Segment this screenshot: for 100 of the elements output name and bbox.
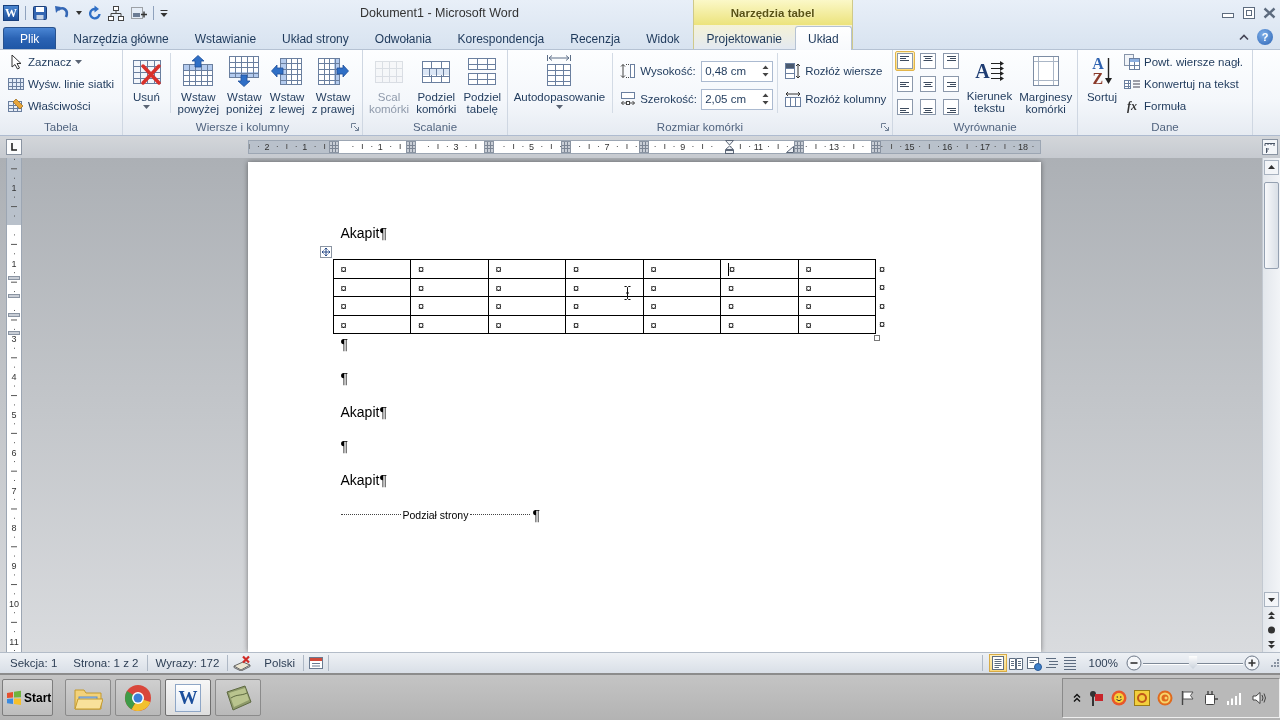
speaker-icon[interactable]: [1251, 689, 1267, 706]
zoom-level[interactable]: 100%: [1078, 657, 1126, 669]
column-marker-icon[interactable]: [793, 141, 804, 153]
dialog-launcher-icon[interactable]: [881, 122, 889, 131]
horizontal-ruler[interactable]: 2 1 1 3 5 7 9 11 13 15 16 17 18: [247, 140, 1041, 154]
ribbon-tab[interactable]: Narzędzia główne: [60, 27, 182, 49]
row-marker-icon[interactable]: [8, 331, 20, 335]
alignment-button[interactable]: [940, 97, 961, 117]
table-cell[interactable]: ¤: [565, 315, 643, 334]
table-cell[interactable]: ¤: [643, 315, 721, 334]
book-cross-icon[interactable]: [232, 655, 253, 671]
ribbon-button[interactable]: Konwertuj na tekst: [1121, 73, 1247, 95]
table-resize-handle[interactable]: [873, 335, 880, 341]
table-cell[interactable]: ¤: [488, 259, 566, 278]
ribbon-button[interactable]: Podziel tabelę: [460, 50, 505, 116]
show-hidden-icons-icon[interactable]: [1073, 692, 1081, 703]
spin-field[interactable]: 0,48 cm: [701, 60, 774, 82]
ribbon-button[interactable]: Wstaw z lewej: [266, 50, 308, 116]
ribbon-button[interactable]: A Z Sortuj: [1083, 50, 1120, 116]
word-count-status[interactable]: Wyrazy: 172: [147, 657, 228, 669]
alignment-button[interactable]: [917, 74, 938, 94]
zoom-slider-thumb[interactable]: [1188, 656, 1198, 669]
column-marker-icon[interactable]: [561, 141, 572, 153]
column-marker-icon[interactable]: [406, 141, 417, 153]
spin-arrows-icon[interactable]: [762, 92, 770, 106]
dialog-launcher-icon[interactable]: [351, 122, 359, 131]
ribbon-button[interactable]: Wstaw powyżej: [174, 50, 223, 116]
close-icon[interactable]: [1263, 6, 1276, 19]
table-cell[interactable]: ¤: [643, 296, 721, 315]
ribbon-tab[interactable]: Korespondencja: [444, 27, 558, 49]
ribbon-button[interactable]: Podziel komórki: [413, 50, 460, 116]
alignment-button[interactable]: [940, 51, 961, 71]
hierarchy-icon[interactable]: [108, 4, 124, 21]
column-marker-icon[interactable]: [328, 141, 339, 153]
table-cell[interactable]: ¤: [565, 296, 643, 315]
ribbon-tab[interactable]: Recenzja: [557, 27, 634, 49]
row-marker-icon[interactable]: [8, 312, 20, 317]
table-cell[interactable]: ¤: [333, 296, 411, 315]
macro-record-icon[interactable]: [308, 655, 325, 671]
page-status[interactable]: Strona: 1 z 2: [65, 657, 147, 669]
table-cell[interactable]: ¤: [565, 278, 643, 297]
table-cell[interactable]: ¤: [798, 278, 876, 297]
table-cell[interactable]: ¤: [720, 296, 798, 315]
view-button[interactable]: [1024, 654, 1043, 672]
column-marker-icon[interactable]: [483, 141, 494, 153]
table-cell[interactable]: ¤: [488, 296, 566, 315]
ribbon-button[interactable]: Wstaw poniżej: [223, 50, 266, 116]
table-cell[interactable]: ¤: [333, 259, 411, 278]
taskbar-button[interactable]: [65, 679, 111, 716]
ribbon-button[interactable]: Rozłóż kolumny: [782, 88, 890, 110]
pin-flag-icon[interactable]: [1088, 689, 1104, 706]
table-cell[interactable]: ¤: [488, 315, 566, 334]
file-tab[interactable]: Plik: [3, 27, 57, 49]
table-cell[interactable]: ¤: [333, 315, 411, 334]
smiley-sun-icon[interactable]: [1111, 689, 1127, 706]
ribbon-button[interactable]: Autodopasowanie: [510, 50, 609, 116]
table-cell[interactable]: ¤: [720, 278, 798, 297]
flag-icon[interactable]: [1180, 689, 1196, 706]
ribbon-button[interactable]: A Kierunek tekstu: [963, 50, 1016, 116]
ribbon-tab[interactable]: Odwołania: [361, 27, 445, 49]
zoom-in-icon[interactable]: [1244, 655, 1260, 671]
table-cell[interactable]: ¤: [643, 259, 721, 278]
table-cell[interactable]: ¤: [488, 278, 566, 297]
language-status[interactable]: Polski: [256, 657, 304, 669]
alignment-button[interactable]: [894, 97, 915, 117]
column-marker-icon[interactable]: [638, 141, 649, 153]
dotted-frame-plus-icon[interactable]: [130, 4, 147, 21]
table-cell[interactable]: ¤: [720, 259, 798, 278]
ribbon-button[interactable]: Wyśw. linie siatki: [5, 73, 118, 95]
app-logo-icon[interactable]: W: [3, 4, 19, 21]
taskbar-button[interactable]: [115, 679, 161, 716]
table-cell[interactable]: ¤: [798, 296, 876, 315]
alignment-button[interactable]: [940, 74, 961, 94]
restore-icon[interactable]: [1243, 6, 1255, 19]
ribbon-button[interactable]: Usuń: [127, 50, 166, 116]
ribbon-button[interactable]: Powt. wiersze nagł.: [1121, 51, 1247, 73]
ring-tile-icon[interactable]: [1134, 689, 1150, 706]
table-cell[interactable]: ¤: [565, 259, 643, 278]
redo-icon[interactable]: [88, 4, 102, 21]
ribbon-tab[interactable]: Projektowanie: [693, 27, 795, 49]
ribbon-button[interactable]: Rozłóż wiersze: [782, 60, 890, 82]
scrollbar-thumb[interactable]: [1264, 182, 1279, 269]
table-move-handle-icon[interactable]: [319, 246, 332, 258]
alignment-button[interactable]: [917, 51, 938, 71]
ribbon-button[interactable]: Wstaw z prawej: [308, 50, 358, 116]
alignment-button[interactable]: [894, 51, 915, 71]
table-cell[interactable]: ¤: [333, 278, 411, 297]
table-cell[interactable]: ¤: [720, 315, 798, 334]
table-cell[interactable]: ¤: [410, 296, 488, 315]
table-cell[interactable]: ¤: [798, 259, 876, 278]
ribbon-button[interactable]: fx Formuła: [1121, 95, 1247, 117]
alignment-button[interactable]: [894, 74, 915, 94]
power-plug-icon[interactable]: [1203, 689, 1219, 706]
taskbar-button[interactable]: [215, 679, 261, 716]
spin-arrows-icon[interactable]: [762, 64, 770, 78]
vertical-scrollbar[interactable]: [1262, 158, 1280, 652]
zoom-slider[interactable]: [1143, 656, 1243, 670]
right-indent-marker-icon[interactable]: [785, 146, 794, 153]
ruler-toggle-icon[interactable]: [1262, 139, 1278, 155]
zoom-out-icon[interactable]: [1126, 655, 1142, 671]
